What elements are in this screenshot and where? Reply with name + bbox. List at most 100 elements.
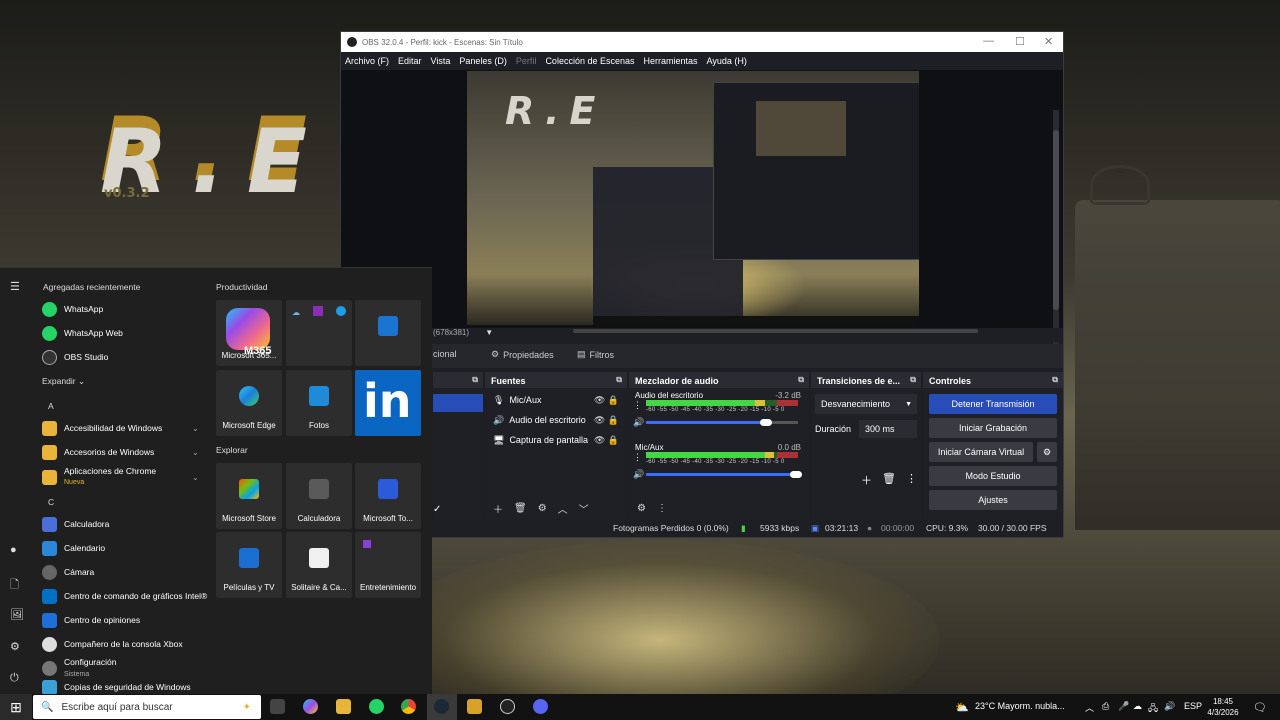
menu-archivo[interactable]: Archivo (F) xyxy=(345,56,389,66)
maximize-icon[interactable]: ☐ xyxy=(1015,35,1025,48)
menu-ayuda[interactable]: Ayuda (H) xyxy=(707,56,747,66)
popout-icon[interactable]: ⧉ xyxy=(1052,375,1058,385)
preview-canvas[interactable]: R.E xyxy=(467,71,919,325)
move-up-icon[interactable]: ︿ xyxy=(558,501,568,516)
menu-vista[interactable]: Vista xyxy=(431,56,451,66)
expand-button[interactable]: Expandir ⌄ xyxy=(42,376,85,387)
source-item[interactable]: 🎙 Mic/Aux 👁 🔒 xyxy=(485,390,627,410)
app-whatsapp-web[interactable]: WhatsApp Web xyxy=(42,324,123,342)
popout-icon[interactable]: ⧉ xyxy=(798,375,804,385)
pictures-icon[interactable]: 🖼 xyxy=(10,608,24,621)
visibility-lock-icons[interactable]: 👁 🔒 xyxy=(594,435,619,446)
obs-taskbar-icon[interactable] xyxy=(500,699,515,714)
volume-knob[interactable] xyxy=(790,471,802,478)
popout-icon[interactable]: ⧉ xyxy=(910,375,916,385)
file-explorer-icon[interactable] xyxy=(336,699,351,714)
windows-start-icon[interactable]: ⊞ xyxy=(0,694,32,720)
task-view-icon[interactable] xyxy=(270,699,285,714)
settings-icon[interactable]: ⚙ xyxy=(10,640,20,653)
tile-m365[interactable]: M365 Microsoft 365... xyxy=(216,300,282,366)
tile-edge[interactable]: Microsoft Edge xyxy=(216,370,282,436)
preview-vertical-scrollbar[interactable] xyxy=(1053,110,1059,360)
tile-linkedin[interactable]: in xyxy=(355,370,421,436)
network-icon[interactable]: 🖧 xyxy=(1148,701,1158,717)
tile-office-group[interactable]: ☁ xyxy=(286,300,352,366)
app-obs-studio[interactable]: OBS Studio xyxy=(42,348,108,366)
tile-entretenimiento[interactable]: Entretenimiento xyxy=(355,532,421,598)
add-icon[interactable]: ＋ xyxy=(493,501,503,516)
source-item[interactable]: 🔊 Audio del escritorio 👁 🔒 xyxy=(485,410,627,430)
selected-scene[interactable] xyxy=(433,394,483,412)
app-centro-opiniones[interactable]: Centro de opiniones xyxy=(42,611,140,629)
tile-outlook[interactable] xyxy=(355,300,421,366)
obs-titlebar[interactable]: OBS 32.0.4 - Perfil: kick - Escenas: Sin… xyxy=(341,32,1063,52)
document-icon[interactable]: 🗋 xyxy=(10,576,19,595)
taskbar-search[interactable]: 🔍 Escribe aquí para buscar ✦ xyxy=(33,695,261,719)
printer-icon[interactable]: ⎙ xyxy=(1102,701,1109,712)
tile-calculadora[interactable]: Calculadora xyxy=(286,463,352,529)
trash-icon[interactable]: 🗑 xyxy=(514,503,527,514)
tile-solitaire[interactable]: Solitaire & Ca... xyxy=(286,532,352,598)
menu-paneles[interactable]: Paneles (D) xyxy=(459,56,507,66)
minimize-icon[interactable]: — xyxy=(983,35,994,47)
app-copias-seguridad[interactable]: Copias de seguridad de Windows xyxy=(42,679,191,695)
resolution-dropdown-icon[interactable]: ▼ xyxy=(485,328,493,337)
mic-icon[interactable]: 🎤 xyxy=(1118,701,1129,712)
app-chrome-apps[interactable]: Aplicaciones de Chrome Nueva ⌄ xyxy=(42,465,199,489)
clock[interactable]: 18:45 4/3/2026 xyxy=(1205,696,1241,718)
tile-fotos[interactable]: Fotos xyxy=(286,370,352,436)
trash-icon[interactable]: 🗑 xyxy=(882,472,896,488)
gear-icon[interactable]: ⚙ xyxy=(637,503,646,514)
chevron-up-icon[interactable]: ︿ xyxy=(1085,701,1094,714)
app-xbox-companion[interactable]: Compañero de la consola Xbox xyxy=(42,635,183,653)
letter-header[interactable]: C xyxy=(48,497,54,507)
discord-icon[interactable] xyxy=(533,699,548,714)
notification-icon[interactable]: 🗨 xyxy=(1253,701,1267,714)
weather-text[interactable]: 23°C Mayorm. nubla... xyxy=(975,701,1065,711)
visibility-lock-icons[interactable]: 👁 🔒 xyxy=(594,415,619,426)
app-accesibilidad[interactable]: Accesibilidad de Windows ⌄ xyxy=(42,419,199,437)
tile-peliculas[interactable]: Películas y TV xyxy=(216,532,282,598)
start-recording-button[interactable]: Iniciar Grabación xyxy=(929,418,1057,438)
tile-todo[interactable]: Microsoft To... xyxy=(355,463,421,529)
gear-icon[interactable]: ⚙ xyxy=(538,503,547,514)
app-calculadora[interactable]: Calculadora xyxy=(42,515,109,533)
language-indicator[interactable]: ESP xyxy=(1184,701,1202,711)
menu-perfil[interactable]: Perfil xyxy=(516,56,537,66)
preview-horizontal-scrollbar[interactable] xyxy=(573,329,978,333)
stop-streaming-button[interactable]: Detener Transmisión xyxy=(929,394,1057,414)
cloud-icon[interactable]: ☁ xyxy=(1133,701,1142,712)
app-configuracion[interactable]: Configuración Sistema xyxy=(42,656,116,680)
copilot-icon[interactable] xyxy=(303,699,318,714)
volume-knob[interactable] xyxy=(759,419,772,426)
steam-icon[interactable] xyxy=(434,699,449,714)
kebab-icon[interactable]: ⋮ xyxy=(657,503,667,514)
speaker-icon[interactable]: 🔊 xyxy=(633,417,644,428)
move-down-icon[interactable]: ﹀ xyxy=(579,501,589,516)
power-icon[interactable]: ⏻ xyxy=(10,672,19,685)
app-intel-graphics[interactable]: Centro de comando de gráficos Intel® xyxy=(42,587,207,605)
volume-slider[interactable] xyxy=(646,419,798,426)
tab-properties[interactable]: ⚙ Propiedades xyxy=(491,349,554,360)
preview-area[interactable]: R.E xyxy=(341,70,1063,360)
close-icon[interactable]: ✕ xyxy=(1044,35,1053,48)
volume-slider[interactable] xyxy=(646,471,802,478)
hamburger-icon[interactable]: ☰ xyxy=(10,280,20,293)
popout-icon[interactable]: ⧉ xyxy=(472,375,478,385)
transition-select[interactable]: Desvanecimiento ▼ xyxy=(815,394,917,414)
studio-mode-button[interactable]: Modo Estudio xyxy=(929,466,1057,486)
app-camara[interactable]: Cámara xyxy=(42,563,94,581)
tab-filters[interactable]: ▤ Filtros xyxy=(577,349,614,360)
source-item[interactable]: 🖥 Captura de pantalla 👁 🔒 xyxy=(485,430,627,450)
check-icon[interactable]: ✓ xyxy=(433,504,441,515)
gear-icon[interactable]: ⚙ xyxy=(1037,442,1057,462)
settings-button[interactable]: Ajustes xyxy=(929,490,1057,510)
menu-editar[interactable]: Editar xyxy=(398,56,422,66)
chrome-icon[interactable] xyxy=(401,699,416,714)
menu-herramientas[interactable]: Herramientas xyxy=(644,56,698,66)
tile-store[interactable]: Microsoft Store xyxy=(216,463,282,529)
app-accesorios[interactable]: Accesorios de Windows ⌄ xyxy=(42,443,199,461)
visibility-lock-icons[interactable]: 👁 🔒 xyxy=(594,395,619,406)
kebab-icon[interactable]: ⋮ xyxy=(906,472,917,488)
duration-input[interactable]: 300 ms xyxy=(859,420,918,438)
